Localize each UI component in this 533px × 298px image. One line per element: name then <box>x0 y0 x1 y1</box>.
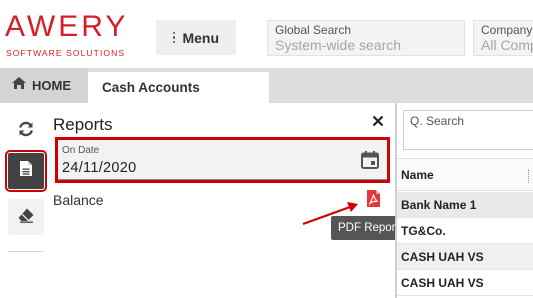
close-button[interactable] <box>371 114 385 132</box>
tab-bar: HOME Cash Accounts <box>0 68 533 103</box>
list-search-input[interactable]: Q. Search <box>403 110 533 150</box>
app-header: AWERY SOFTWARE SOLUTIONS Menu Global Sea… <box>0 0 533 68</box>
refresh-icon <box>17 120 35 143</box>
reports-panel: Reports On Date 24/11/2020 Balance PDF R… <box>48 103 406 298</box>
table-row[interactable]: CASH UAH VS <box>397 244 533 270</box>
close-icon <box>372 114 384 132</box>
home-icon <box>11 76 27 95</box>
on-date-field[interactable]: On Date 24/11/2020 <box>55 137 390 183</box>
date-underline <box>58 179 387 180</box>
awery-logo[interactable]: AWERY SOFTWARE SOLUTIONS <box>5 12 130 60</box>
menu-button[interactable]: Menu <box>156 20 236 55</box>
table-row[interactable]: TG&Co. <box>397 218 533 244</box>
reports-title: Reports <box>53 115 113 134</box>
pdf-report-button[interactable] <box>366 189 381 213</box>
reports-button[interactable] <box>5 150 47 192</box>
global-search-placeholder: System-wide search <box>275 37 402 53</box>
global-search-label: Global Search <box>275 23 352 37</box>
company-select[interactable]: Company All Comp <box>473 20 533 56</box>
side-toolbar <box>0 103 48 298</box>
company-placeholder: All Comp <box>481 37 533 53</box>
logo-tagline: SOFTWARE SOLUTIONS <box>6 48 126 58</box>
company-label: Company <box>481 23 533 37</box>
table-row[interactable]: CASH UAH VS <box>397 270 533 296</box>
column-resize-handle[interactable] <box>528 169 531 183</box>
on-date-label: On Date <box>62 145 100 156</box>
report-icon <box>19 160 33 182</box>
report-item-balance: Balance <box>53 192 104 208</box>
logo-wordmark: AWERY <box>5 10 129 43</box>
tab-home-label: HOME <box>32 78 71 93</box>
accounts-list-panel: Q. Search Name Bank Name 1 TG&Co. CASH U… <box>397 103 533 298</box>
on-date-value[interactable]: 24/11/2020 <box>62 160 137 176</box>
tab-cash-accounts-label: Cash Accounts <box>102 80 200 95</box>
vertical-dots-icon <box>172 31 176 44</box>
eraser-icon <box>17 207 35 228</box>
pdf-icon <box>366 190 381 212</box>
toolbar-divider <box>8 251 44 252</box>
global-search-input[interactable]: Global Search System-wide search <box>267 20 465 56</box>
calendar-icon[interactable] <box>360 150 380 175</box>
table-row[interactable]: Bank Name 1 <box>397 192 533 218</box>
menu-label: Menu <box>182 29 220 46</box>
column-header-label: Name <box>401 167 434 182</box>
refresh-button[interactable] <box>8 113 44 149</box>
clear-button[interactable] <box>8 199 44 235</box>
tab-cash-accounts[interactable]: Cash Accounts <box>88 72 269 103</box>
tab-home[interactable]: HOME <box>0 68 88 103</box>
column-header-name[interactable]: Name <box>397 158 533 191</box>
